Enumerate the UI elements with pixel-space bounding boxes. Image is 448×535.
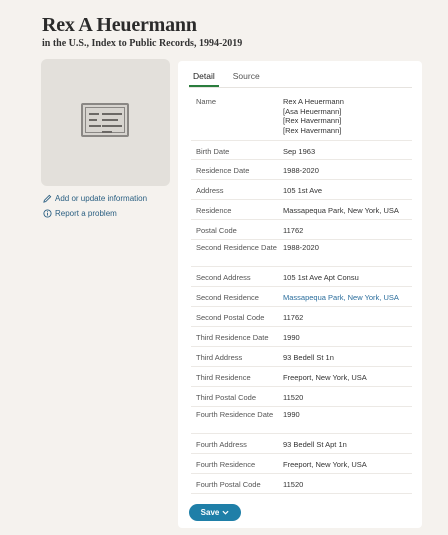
detail-value: 105 1st Ave bbox=[283, 186, 323, 195]
record-thumbnail[interactable] bbox=[41, 59, 170, 186]
detail-label: Birth Date bbox=[196, 147, 230, 156]
detail-label: Second Residence bbox=[196, 293, 259, 302]
save-button-label: Save bbox=[200, 508, 220, 517]
detail-value: 105 1st Ave Apt Consu bbox=[283, 273, 359, 282]
detail-value: Freeport, New York, USA bbox=[283, 460, 367, 469]
detail-value: 11520 bbox=[283, 480, 304, 489]
detail-tabs: Detail Source bbox=[189, 69, 274, 87]
detail-row: Third Address 93 Bedell St 1n bbox=[191, 347, 412, 367]
detail-row: Fourth Residence Date 1990 bbox=[191, 407, 412, 434]
detail-row: Third Residence Date 1990 bbox=[191, 327, 412, 347]
detail-label: Fourth Residence Date bbox=[196, 410, 274, 419]
detail-row: Name Rex A Heuermann [Asa Heuermann] [Rex… bbox=[191, 91, 412, 141]
detail-row: Fourth Residence Freeport, New York, USA bbox=[191, 454, 412, 474]
detail-row: Third Residence Freeport, New York, USA bbox=[191, 367, 412, 387]
tab-detail[interactable]: Detail bbox=[189, 69, 219, 87]
report-problem-link[interactable]: Report a problem bbox=[42, 206, 147, 221]
detail-value: 11520 bbox=[283, 393, 304, 402]
detail-row: Second Residence Massapequa Park, New Yor… bbox=[191, 287, 412, 307]
detail-value: 1990 bbox=[283, 410, 300, 419]
save-button[interactable]: Save bbox=[189, 504, 241, 521]
detail-label: Third Residence bbox=[196, 373, 251, 382]
report-problem-label: Report a problem bbox=[55, 209, 117, 218]
detail-label: Second Residence Date bbox=[196, 243, 277, 252]
detail-value: 1988-2020 bbox=[283, 166, 319, 175]
detail-value: Sep 1963 bbox=[283, 147, 316, 156]
detail-row: Second Address 105 1st Ave Apt Consu bbox=[191, 267, 412, 287]
pencil-icon bbox=[42, 194, 52, 204]
detail-label: Residence bbox=[196, 206, 232, 215]
detail-label: Second Postal Code bbox=[196, 313, 265, 322]
page-header: Rex A Heuermann in the U.S., Index to Pu… bbox=[42, 14, 242, 49]
sidebar-links: Add or update information Report a probl… bbox=[42, 191, 147, 221]
add-update-info-label: Add or update information bbox=[55, 194, 148, 203]
detail-label: Third Postal Code bbox=[196, 393, 257, 402]
detail-value: 93 Bedell St Apt 1n bbox=[283, 440, 347, 449]
detail-value: Rex A Heuermann [Asa Heuermann] [Rex Hav… bbox=[283, 97, 344, 135]
detail-label: Third Address bbox=[196, 353, 243, 362]
page-title: Rex A Heuermann bbox=[42, 14, 197, 36]
detail-row: Second Postal Code 11762 bbox=[191, 307, 412, 327]
detail-label: Fourth Address bbox=[196, 440, 247, 449]
detail-value: Freeport, New York, USA bbox=[283, 373, 367, 382]
detail-label: Fourth Postal Code bbox=[196, 480, 261, 489]
info-icon bbox=[42, 209, 52, 219]
detail-row: Address 105 1st Ave bbox=[191, 180, 412, 200]
detail-value: 11762 bbox=[283, 226, 304, 235]
page-subtitle: in the U.S., Index to Public Records, 19… bbox=[42, 38, 243, 49]
detail-row: Residence Date 1988-2020 bbox=[191, 160, 412, 180]
detail-value: 1990 bbox=[283, 333, 300, 342]
detail-value-link[interactable]: Massapequa Park, New York, USA bbox=[283, 293, 412, 306]
chevron-down-icon bbox=[222, 510, 229, 515]
detail-value: Massapequa Park, New York, USA bbox=[283, 206, 399, 215]
detail-label: Postal Code bbox=[196, 226, 237, 235]
record-detail-panel: Detail Source Name Rex A Heuermann [Asa H… bbox=[178, 61, 422, 528]
tab-source[interactable]: Source bbox=[229, 69, 264, 87]
detail-label: Address bbox=[196, 186, 224, 195]
detail-value: 11762 bbox=[283, 313, 304, 322]
detail-label: Name bbox=[196, 97, 217, 106]
detail-row: Postal Code 11762 bbox=[191, 220, 412, 240]
detail-row: Third Postal Code 11520 bbox=[191, 387, 412, 407]
detail-row: Birth Date Sep 1963 bbox=[191, 141, 412, 160]
record-card-icon bbox=[81, 103, 129, 137]
detail-row: Residence Massapequa Park, New York, USA bbox=[191, 200, 412, 220]
tabs-divider bbox=[189, 87, 412, 88]
detail-label: Residence Date bbox=[196, 166, 250, 175]
detail-value: 93 Bedell St 1n bbox=[283, 353, 334, 362]
detail-label: Fourth Residence bbox=[196, 460, 256, 469]
detail-value: 1988-2020 bbox=[283, 243, 319, 252]
detail-row: Second Residence Date 1988-2020 bbox=[191, 240, 412, 267]
detail-label: Third Residence Date bbox=[196, 333, 269, 342]
add-update-info-link[interactable]: Add or update information bbox=[42, 191, 147, 206]
detail-row: Fourth Address 93 Bedell St Apt 1n bbox=[191, 434, 412, 454]
detail-row: Fourth Postal Code 11520 bbox=[191, 474, 412, 494]
detail-label: Second Address bbox=[196, 273, 251, 282]
detail-table: Name Rex A Heuermann [Asa Heuermann] [Rex… bbox=[191, 91, 412, 494]
